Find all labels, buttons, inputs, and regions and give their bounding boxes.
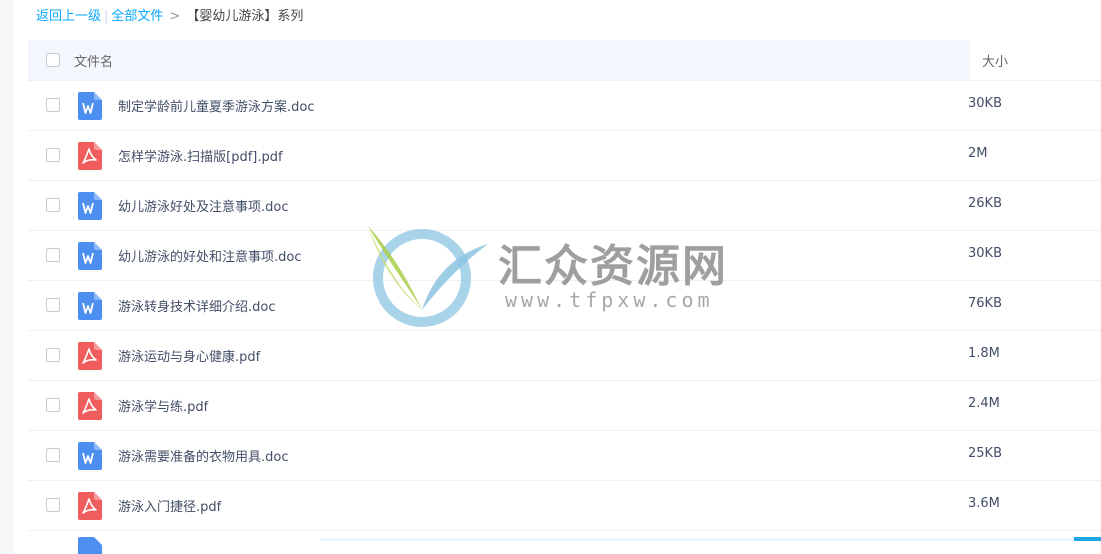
pdf-icon (78, 392, 102, 420)
table-row[interactable]: 游泳需要准备的衣物用具.doc 25KB (28, 431, 1101, 481)
file-size: 2.4M (968, 396, 1000, 411)
word-doc-icon (78, 242, 102, 270)
file-name-link[interactable]: 游泳学与练.pdf (118, 396, 208, 415)
word-doc-icon (78, 537, 102, 554)
file-name-link[interactable]: 怎样学游泳.扫描版[pdf].pdf (118, 146, 283, 165)
word-doc-icon (78, 192, 102, 220)
file-size: 2M (968, 146, 988, 161)
file-name-link[interactable]: 幼儿游泳好处及注意事项.doc (118, 196, 289, 215)
row-checkbox[interactable] (46, 198, 60, 212)
file-size: 25KB (968, 446, 1002, 461)
file-name-link[interactable]: 制定学龄前儿童夏季游泳方案.doc (118, 96, 315, 115)
file-size: 76KB (968, 296, 1002, 311)
scroll-highlight-bar (320, 538, 1101, 541)
left-sidebar-edge (0, 0, 14, 554)
back-link[interactable]: 返回上一级 (36, 9, 101, 24)
word-doc-icon (78, 292, 102, 320)
all-files-link[interactable]: 全部文件 (111, 9, 163, 24)
row-checkbox[interactable] (46, 148, 60, 162)
table-row[interactable]: 幼儿游泳好处及注意事项.doc 26KB (28, 181, 1101, 231)
row-checkbox[interactable] (46, 298, 60, 312)
pdf-icon (78, 142, 102, 170)
file-size: 1.8M (968, 346, 1000, 361)
size-column-header[interactable]: 大小 (982, 51, 1008, 70)
file-name-link[interactable]: 游泳需要准备的衣物用具.doc (118, 446, 289, 465)
row-checkbox[interactable] (46, 98, 60, 112)
file-list-header: 文件名 大小 (28, 40, 1101, 81)
file-name-link[interactable]: 游泳转身技术详细介绍.doc (118, 296, 276, 315)
pdf-icon (78, 342, 102, 370)
file-list: 文件名 大小 制定学龄前儿童夏季游泳方案.doc 30KB 怎样学游泳.扫描版[pd… (28, 40, 1101, 554)
row-checkbox[interactable] (46, 498, 60, 512)
file-size: 26KB (968, 196, 1002, 211)
file-name-link[interactable]: 游泳入门捷径.pdf (118, 496, 221, 515)
table-row[interactable]: 游泳运动与身心健康.pdf 1.8M (28, 331, 1101, 381)
name-column-header[interactable]: 文件名 (74, 51, 113, 70)
file-browser-page: 返回上一级 | 全部文件 > 【婴幼儿游泳】系列 文件名 大小 制定学龄前儿童夏季游泳方… (0, 0, 1101, 554)
table-row[interactable]: 游泳学与练.pdf 2.4M (28, 381, 1101, 431)
breadcrumb-arrow: > (169, 9, 181, 24)
partial-table-row (28, 531, 1101, 554)
breadcrumb-separator: | (104, 9, 109, 24)
table-row[interactable]: 怎样学游泳.扫描版[pdf].pdf 2M (28, 131, 1101, 181)
pdf-icon (78, 492, 102, 520)
word-doc-icon (78, 92, 102, 120)
current-folder: 【婴幼儿游泳】系列 (186, 9, 304, 24)
row-checkbox[interactable] (46, 448, 60, 462)
file-size: 30KB (968, 96, 1002, 111)
table-row[interactable]: 制定学龄前儿童夏季游泳方案.doc 30KB (28, 81, 1101, 131)
file-name-link[interactable]: 游泳运动与身心健康.pdf (118, 346, 260, 365)
file-size: 30KB (968, 246, 1002, 261)
scroll-highlight-end (1074, 537, 1101, 541)
row-checkbox[interactable] (46, 348, 60, 362)
select-all-checkbox[interactable] (46, 53, 60, 67)
word-doc-icon (78, 442, 102, 470)
file-rows: 制定学龄前儿童夏季游泳方案.doc 30KB 怎样学游泳.扫描版[pdf].pdf 2… (28, 81, 1101, 531)
file-size: 3.6M (968, 496, 1000, 511)
file-name-link[interactable]: 幼儿游泳的好处和注意事项.doc (118, 246, 302, 265)
breadcrumb: 返回上一级 | 全部文件 > 【婴幼儿游泳】系列 (36, 8, 303, 26)
row-checkbox[interactable] (46, 248, 60, 262)
table-row[interactable]: 幼儿游泳的好处和注意事项.doc 30KB (28, 231, 1101, 281)
table-row[interactable]: 游泳转身技术详细介绍.doc 76KB (28, 281, 1101, 331)
row-checkbox[interactable] (46, 398, 60, 412)
table-row[interactable]: 游泳入门捷径.pdf 3.6M (28, 481, 1101, 531)
